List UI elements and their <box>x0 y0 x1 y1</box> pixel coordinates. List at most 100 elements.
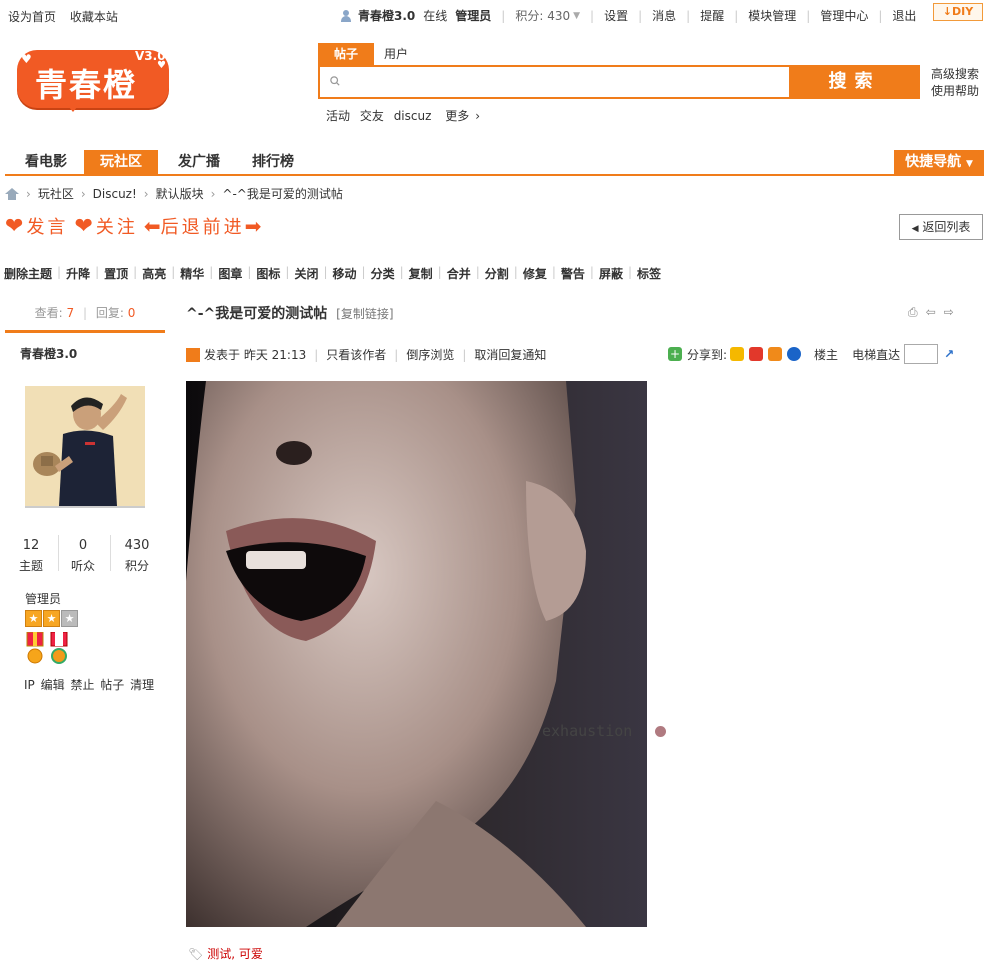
hot-word[interactable]: discuz <box>394 109 432 123</box>
mod-warn[interactable]: 警告 <box>561 265 585 282</box>
username-link[interactable]: 青春橙3.0 <box>358 7 415 24</box>
mod-category[interactable]: 分类 <box>371 265 395 282</box>
post-actions: ❤ 发言 ❤ 关注 ⬅ 后退 前进 ➡ <box>5 213 261 239</box>
home-icon[interactable] <box>5 187 19 200</box>
search-tab-posts[interactable]: 帖子 <box>318 43 374 65</box>
copy-link-button[interactable]: [复制链接] <box>336 307 393 321</box>
divider: | <box>314 347 319 362</box>
logout-link[interactable]: 退出 <box>892 7 916 24</box>
admin-ban-link[interactable]: 禁止 <box>70 678 94 692</box>
post-button[interactable]: 发言 <box>26 213 68 239</box>
divider: | <box>133 265 138 279</box>
post-meta: 发表于 昨天 21:13 | 只看该作者 | 倒序浏览 | 取消回复通知 <box>186 346 546 363</box>
user-group[interactable]: 管理员 <box>25 590 61 607</box>
plus-icon[interactable]: + <box>668 347 682 361</box>
breadcrumb-current[interactable]: ^-^我是可爱的测试帖 <box>222 185 342 202</box>
admin-edit-link[interactable]: 编辑 <box>41 678 65 692</box>
admin-ip-link[interactable]: IP <box>24 678 35 692</box>
module-admin-link[interactable]: 模块管理 <box>748 7 796 24</box>
avatar[interactable] <box>25 386 145 506</box>
author-followers[interactable]: 0 听众 <box>58 536 108 576</box>
breadcrumb-item[interactable]: 玩社区 <box>38 185 74 202</box>
mod-delete-thread[interactable]: 删除主题 <box>4 265 52 282</box>
prev-thread-icon[interactable]: ⇦ <box>926 305 936 320</box>
mod-highlight[interactable]: 高亮 <box>142 265 166 282</box>
weibo-icon[interactable] <box>749 347 764 361</box>
search-input[interactable] <box>348 70 782 96</box>
mod-copy[interactable]: 复制 <box>409 265 433 282</box>
bookmark-link[interactable]: 收藏本站 <box>70 10 118 24</box>
qzone-icon[interactable] <box>730 347 745 361</box>
avatar-image <box>25 386 145 506</box>
follow-button[interactable]: 关注 <box>96 213 138 239</box>
post-image[interactable] <box>186 381 647 927</box>
mod-split[interactable]: 分割 <box>485 265 509 282</box>
author-name[interactable]: 青春橙3.0 <box>20 345 77 362</box>
divider: | <box>171 265 176 279</box>
mod-digest[interactable]: 精华 <box>180 265 204 282</box>
nav-item-ranking[interactable]: 排行榜 <box>242 150 304 174</box>
user-icon <box>340 9 352 22</box>
mod-close[interactable]: 关闭 <box>294 265 318 282</box>
help-link[interactable]: 使用帮助 <box>931 83 979 100</box>
divider: | <box>589 265 594 279</box>
notifications-link[interactable]: 提醒 <box>700 7 724 24</box>
tag-links[interactable]: 测试, 可爱 <box>207 945 263 962</box>
nav-item-broadcast[interactable]: 发广播 <box>168 150 230 174</box>
mod-ban[interactable]: 屏蔽 <box>599 265 623 282</box>
mod-stick[interactable]: 置顶 <box>104 265 128 282</box>
author-threads[interactable]: 12 主题 <box>6 536 56 576</box>
advanced-search-link[interactable]: 高级搜索 <box>931 66 979 83</box>
settings-link[interactable]: 设置 <box>604 7 628 24</box>
hot-word[interactable]: 活动 <box>326 109 350 123</box>
admin-clean-link[interactable]: 清理 <box>130 678 154 692</box>
print-icon[interactable]: ⎙ <box>908 305 918 320</box>
set-home-link[interactable]: 设为首页 <box>8 10 56 24</box>
messages-link[interactable]: 消息 <box>652 7 676 24</box>
mod-merge[interactable]: 合并 <box>447 265 471 282</box>
pengyou-icon[interactable] <box>768 347 783 361</box>
next-thread-icon[interactable]: ⇨ <box>944 305 954 320</box>
hot-word-more[interactable]: 更多 <box>445 109 469 123</box>
back-to-list-button[interactable]: ◀ 返回列表 <box>899 214 983 240</box>
mod-bump[interactable]: 升降 <box>66 265 90 282</box>
jump-go-icon[interactable]: ↗ <box>944 347 954 361</box>
divider: | <box>323 265 328 279</box>
search-box: 搜索 <box>318 65 920 99</box>
role-link[interactable]: 管理员 <box>455 7 491 24</box>
chevron-right-icon: › <box>475 109 481 123</box>
search-tab-users[interactable]: 用户 <box>376 43 416 65</box>
breadcrumb-item[interactable]: Discuz! <box>93 187 137 201</box>
medal-icon[interactable] <box>49 632 69 664</box>
next-button[interactable]: 前进 <box>203 213 245 239</box>
online-status[interactable]: 在线 <box>423 7 447 24</box>
site-logo[interactable]: ♥ 青春橙 V3.0 ♥ <box>17 49 169 112</box>
mod-stamp[interactable]: 图章 <box>218 265 242 282</box>
only-author-link[interactable]: 只看该作者 <box>326 346 386 363</box>
cancel-notify-link[interactable]: 取消回复通知 <box>474 346 546 363</box>
divider: | <box>627 265 632 279</box>
post-title: ^-^我是可爱的测试帖 [复制链接] <box>186 303 394 323</box>
admin-center-link[interactable]: 管理中心 <box>820 7 868 24</box>
nav-item-movies[interactable]: 看电影 <box>15 150 77 174</box>
floor-jump-input[interactable] <box>904 344 939 364</box>
medal-icon[interactable] <box>25 632 45 664</box>
prev-button[interactable]: 后退 <box>161 213 203 239</box>
hot-word[interactable]: 交友 <box>360 109 384 123</box>
mod-move[interactable]: 移动 <box>333 265 357 282</box>
mod-repair[interactable]: 修复 <box>523 265 547 282</box>
diy-button[interactable]: ↓DIY <box>933 3 983 21</box>
renren-icon[interactable] <box>787 347 802 361</box>
mod-icon[interactable]: 图标 <box>256 265 280 282</box>
divider: | <box>247 265 252 279</box>
reverse-order-link[interactable]: 倒序浏览 <box>406 346 454 363</box>
points-menu[interactable]: 积分: 430 <box>515 7 570 24</box>
search-button[interactable]: 搜索 <box>789 67 920 97</box>
admin-posts-link[interactable]: 帖子 <box>100 678 124 692</box>
breadcrumb-item[interactable]: 默认版块 <box>156 185 204 202</box>
author-points[interactable]: 430 积分 <box>112 536 162 576</box>
quick-nav-button[interactable]: 快捷导航 ▼ <box>894 150 984 174</box>
replies-count: 0 <box>127 306 136 320</box>
nav-item-community[interactable]: 玩社区 <box>84 150 158 174</box>
mod-tags[interactable]: 标签 <box>637 265 661 282</box>
